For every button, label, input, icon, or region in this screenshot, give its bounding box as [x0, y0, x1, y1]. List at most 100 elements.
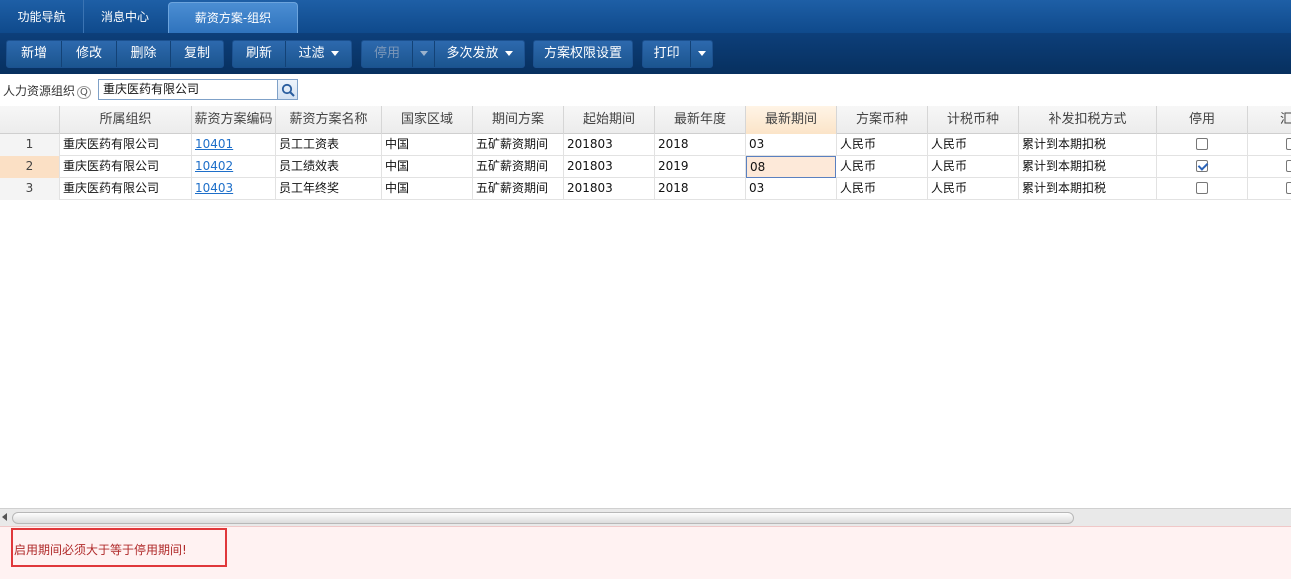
- edit-button-group: 新增 修改 删除 复制: [6, 40, 224, 68]
- new-button[interactable]: 新增: [7, 41, 61, 67]
- cell-name[interactable]: 员工绩效表: [276, 156, 382, 178]
- toolbar: 新增 修改 删除 复制 刷新 过滤 停用 多次发放 方案权限设置 打印: [0, 33, 1291, 74]
- chevron-down-icon: [419, 51, 428, 56]
- cell-latest-year[interactable]: 2019: [655, 156, 746, 178]
- header-rownum: [0, 106, 60, 134]
- chevron-down-icon: [504, 51, 513, 56]
- header-latest-period[interactable]: 最新期间: [746, 106, 837, 134]
- filter-label: 过滤: [298, 46, 325, 61]
- scrollbar-thumb[interactable]: [12, 512, 1074, 524]
- header-latest-year[interactable]: 最新年度: [655, 106, 746, 134]
- print-button-group: 打印: [642, 40, 713, 68]
- error-message: 启用期间必须大于等于停用期间!: [14, 543, 187, 557]
- cell-code-link[interactable]: 10402: [192, 156, 276, 178]
- tab-salary-scheme-org[interactable]: 薪资方案-组织: [168, 2, 298, 33]
- cell-period-scheme[interactable]: 五矿薪资期间: [473, 134, 564, 156]
- org-search-button[interactable]: [277, 79, 298, 100]
- org-input[interactable]: 重庆医药有限公司: [98, 79, 278, 100]
- summary-checkbox[interactable]: [1286, 137, 1291, 150]
- disable-dropdown-button[interactable]: [412, 41, 434, 67]
- print-dropdown-button[interactable]: [690, 41, 712, 67]
- cell-period-scheme[interactable]: 五矿薪资期间: [473, 178, 564, 200]
- tab-message-center[interactable]: 消息中心: [84, 0, 166, 33]
- cell-tax-method[interactable]: 累计到本期扣税: [1019, 156, 1157, 178]
- header-currency[interactable]: 方案币种: [837, 106, 928, 134]
- cell-period-scheme[interactable]: 五矿薪资期间: [473, 156, 564, 178]
- edit-button[interactable]: 修改: [61, 41, 116, 67]
- filter-button[interactable]: 过滤: [285, 41, 351, 67]
- row-number: 1: [0, 134, 60, 156]
- chevron-down-icon: [697, 51, 706, 56]
- cell-disabled: [1157, 134, 1248, 156]
- disabled-checkbox[interactable]: [1196, 137, 1208, 150]
- multi-issue-button[interactable]: 多次发放: [434, 41, 524, 67]
- header-org[interactable]: 所属组织: [60, 106, 192, 134]
- table-row[interactable]: 2 重庆医药有限公司 10402 员工绩效表 中国 五矿薪资期间 201803 …: [0, 156, 1291, 178]
- refresh-button[interactable]: 刷新: [233, 41, 285, 67]
- org-label-text: 人力资源组织: [3, 84, 76, 98]
- summary-checkbox[interactable]: [1286, 181, 1291, 194]
- table-row[interactable]: 1 重庆医药有限公司 10401 员工工资表 中国 五矿薪资期间 201803 …: [0, 134, 1291, 156]
- print-button[interactable]: 打印: [643, 41, 690, 67]
- cell-latest-period[interactable]: 03: [746, 178, 837, 200]
- row-number: 3: [0, 178, 60, 200]
- disable-button[interactable]: 停用: [362, 41, 412, 67]
- header-code[interactable]: 薪资方案编码: [192, 106, 276, 134]
- cell-summary: [1248, 156, 1291, 178]
- cell-start-period[interactable]: 201803: [564, 156, 655, 178]
- error-message-bar: 启用期间必须大于等于停用期间!: [0, 526, 1291, 579]
- cell-tax-method[interactable]: 累计到本期扣税: [1019, 134, 1157, 156]
- org-filter-row: 人力资源组织 Q 重庆医药有限公司: [0, 74, 1291, 106]
- header-tax-method[interactable]: 补发扣税方式: [1019, 106, 1157, 134]
- scroll-left-arrow-icon[interactable]: [2, 513, 7, 521]
- cell-region[interactable]: 中国: [382, 178, 473, 200]
- cell-start-period[interactable]: 201803: [564, 178, 655, 200]
- header-tax-currency[interactable]: 计税币种: [928, 106, 1019, 134]
- delete-button[interactable]: 删除: [116, 41, 170, 67]
- disabled-checkbox[interactable]: [1196, 159, 1208, 172]
- tab-function-nav[interactable]: 功能导航: [0, 0, 84, 33]
- cell-disabled: [1157, 178, 1248, 200]
- cell-org[interactable]: 重庆医药有限公司: [60, 134, 192, 156]
- scheme-permission-button[interactable]: 方案权限设置: [534, 41, 632, 67]
- header-disabled[interactable]: 停用: [1157, 106, 1248, 134]
- cell-org[interactable]: 重庆医药有限公司: [60, 178, 192, 200]
- top-tab-bar: 功能导航 消息中心 薪资方案-组织: [0, 0, 1291, 33]
- cell-tax-currency[interactable]: 人民币: [928, 156, 1019, 178]
- header-name[interactable]: 薪资方案名称: [276, 106, 382, 134]
- cell-disabled: [1157, 156, 1248, 178]
- row-number: 2: [0, 156, 60, 178]
- multi-issue-label: 多次发放: [446, 46, 499, 61]
- table-row[interactable]: 3 重庆医药有限公司 10403 员工年终奖 中国 五矿薪资期间 201803 …: [0, 178, 1291, 200]
- cell-name[interactable]: 员工年终奖: [276, 178, 382, 200]
- copy-button[interactable]: 复制: [170, 41, 223, 67]
- disabled-checkbox[interactable]: [1196, 181, 1208, 194]
- cell-region[interactable]: 中国: [382, 134, 473, 156]
- cell-tax-method[interactable]: 累计到本期扣税: [1019, 178, 1157, 200]
- search-icon: [281, 83, 295, 97]
- org-label: 人力资源组织 Q: [3, 82, 91, 99]
- permission-button-group: 方案权限设置: [533, 40, 633, 68]
- cell-org[interactable]: 重庆医药有限公司: [60, 156, 192, 178]
- cell-start-period[interactable]: 201803: [564, 134, 655, 156]
- cell-latest-period-focused[interactable]: 08: [746, 156, 836, 178]
- summary-checkbox[interactable]: [1286, 159, 1291, 172]
- header-region[interactable]: 国家区域: [382, 106, 473, 134]
- header-period-scheme[interactable]: 期间方案: [473, 106, 564, 134]
- cell-tax-currency[interactable]: 人民币: [928, 134, 1019, 156]
- cell-currency[interactable]: 人民币: [837, 178, 928, 200]
- cell-currency[interactable]: 人民币: [837, 134, 928, 156]
- horizontal-scrollbar[interactable]: [0, 508, 1291, 526]
- cell-name[interactable]: 员工工资表: [276, 134, 382, 156]
- cell-region[interactable]: 中国: [382, 156, 473, 178]
- cell-currency[interactable]: 人民币: [837, 156, 928, 178]
- chevron-down-icon: [330, 51, 339, 56]
- cell-code-link[interactable]: 10403: [192, 178, 276, 200]
- cell-tax-currency[interactable]: 人民币: [928, 178, 1019, 200]
- header-start-period[interactable]: 起始期间: [564, 106, 655, 134]
- cell-latest-year[interactable]: 2018: [655, 134, 746, 156]
- cell-latest-period[interactable]: 03: [746, 134, 837, 156]
- cell-code-link[interactable]: 10401: [192, 134, 276, 156]
- cell-latest-year[interactable]: 2018: [655, 178, 746, 200]
- header-summary[interactable]: 汇总: [1248, 106, 1291, 134]
